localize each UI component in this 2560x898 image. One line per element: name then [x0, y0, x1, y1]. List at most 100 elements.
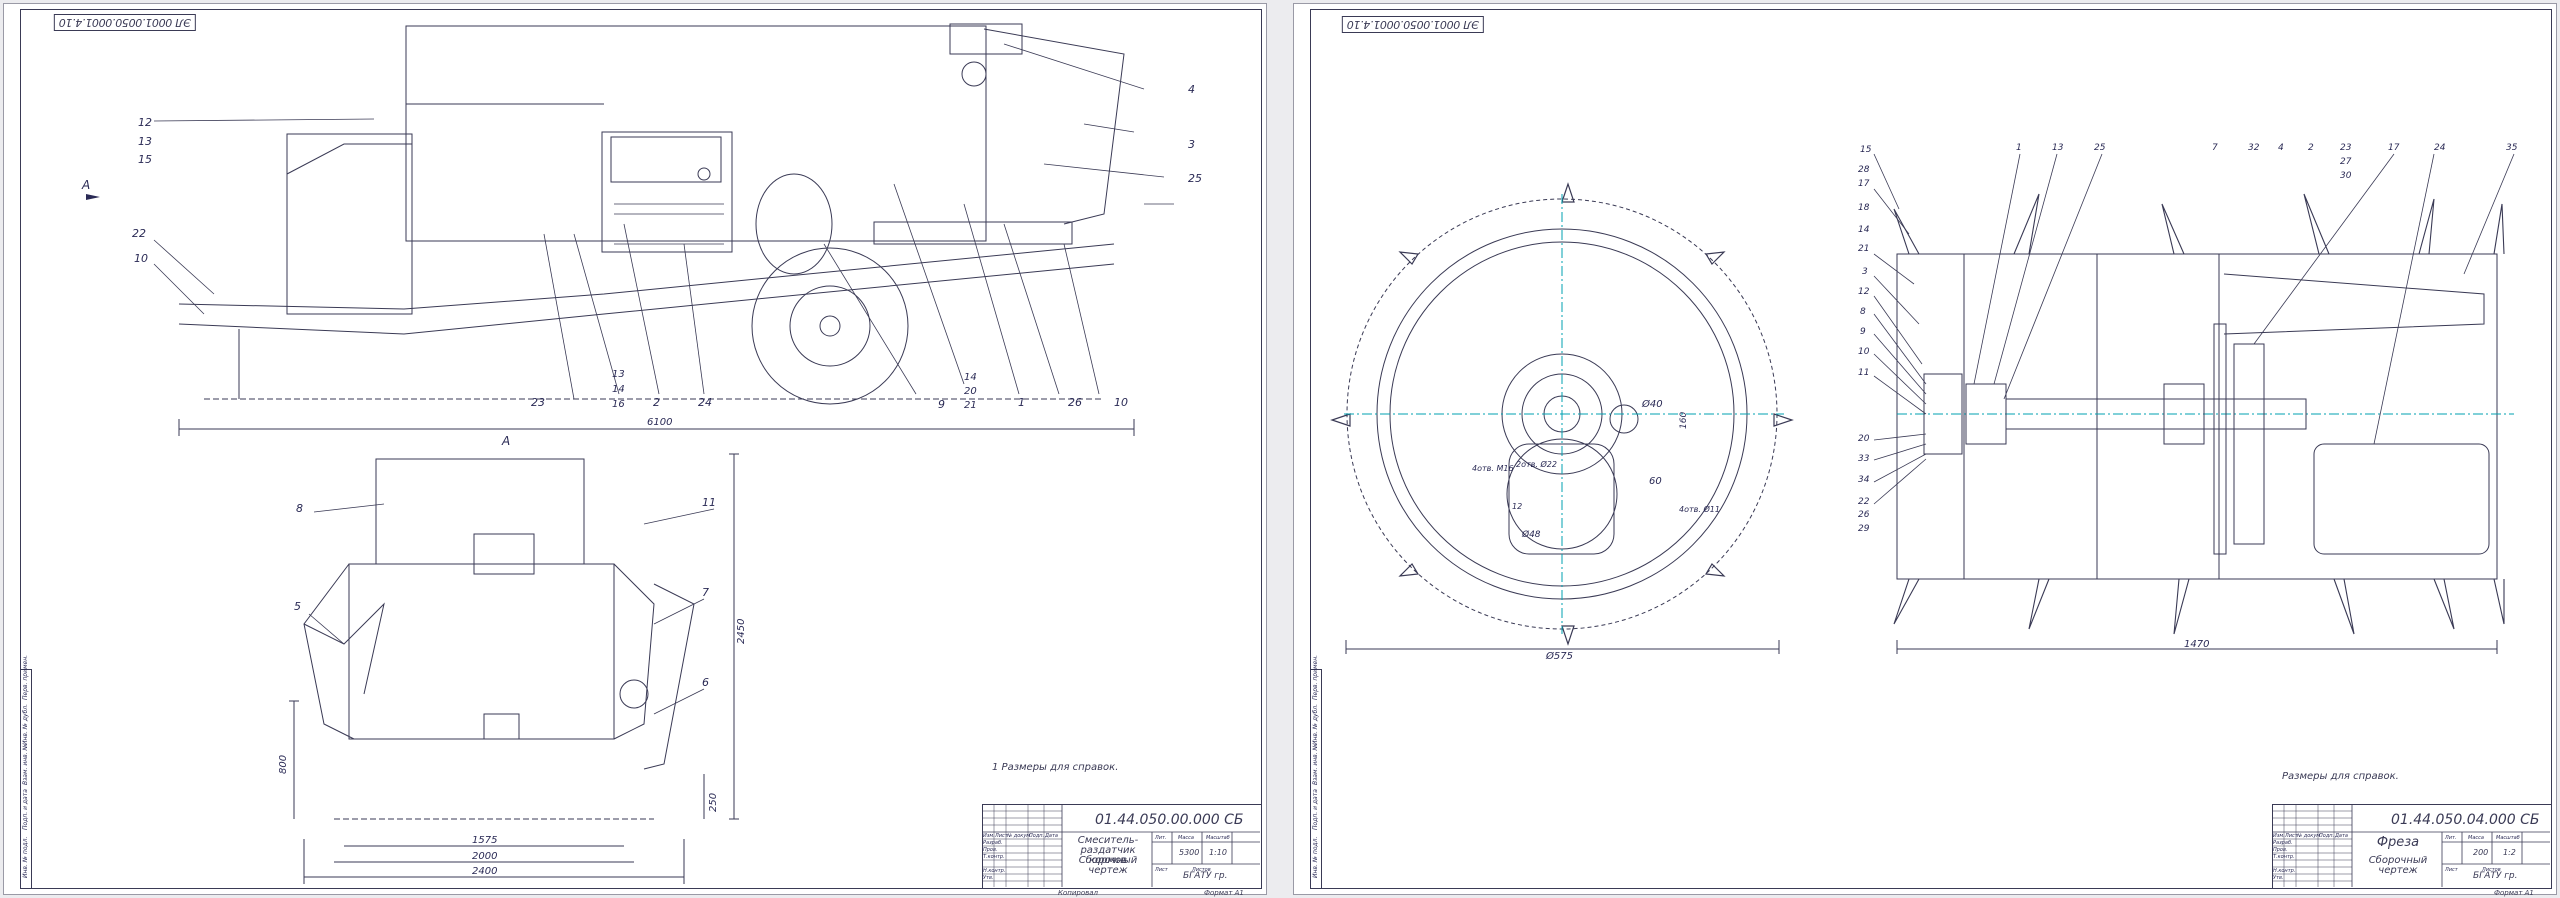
callout: 24 — [2434, 143, 2446, 153]
callout: 12 — [138, 116, 152, 129]
tb-label: Масштаб — [2496, 835, 2520, 841]
dim-160: 160 — [1679, 412, 1689, 429]
callout: 9 — [1860, 327, 1866, 337]
callout: 13 — [138, 135, 152, 148]
callout: 10 — [1858, 347, 1870, 357]
cutter-sheet: ЭЛ 0001.0050.0001.4.10 Ø575 Ø40 60 160 Ø… — [1293, 3, 2557, 897]
callout: 9 — [938, 398, 945, 411]
tb-label: Т.контр. — [2273, 854, 2295, 860]
callout: 23 — [2340, 143, 2352, 153]
tb-label: Изм. — [983, 833, 995, 839]
callout: 27 — [2340, 157, 2352, 167]
assembly-sheet: ЭЛ 0001.0050.0001.4.10 А А 4 3 25 12 13 … — [3, 3, 1267, 897]
callout: 12 — [1858, 287, 1870, 297]
callout: 6 — [702, 676, 709, 689]
tb-label: Масштаб — [1206, 835, 1230, 841]
dim-800: 800 — [278, 755, 289, 774]
callout: 17 — [1858, 179, 1870, 189]
callout: 8 — [1860, 307, 1866, 317]
tb-label: Изм. — [2273, 833, 2285, 839]
dim-1470: 1470 — [2184, 639, 2209, 650]
callout: 11 — [1858, 368, 1869, 378]
tb-label: Масса — [2468, 835, 2484, 841]
thread-m16: 4отв. М16 — [1472, 464, 1514, 473]
dim-12: 12 — [1512, 502, 1522, 511]
callout: 15 — [138, 153, 152, 166]
footer-right: Формат А1 — [2494, 889, 2534, 897]
dim-250: 250 — [708, 793, 719, 812]
callout: 34 — [1858, 475, 1870, 485]
callout: 1 — [1018, 396, 1025, 409]
assembly-drawing: А А 4 3 25 12 13 15 22 10 23 13 14 16 2 … — [81, 23, 1202, 884]
callout: 10 — [1114, 396, 1128, 409]
tb-label: Т.контр. — [983, 854, 1005, 860]
callout: 22 — [1858, 497, 1870, 507]
callout: 23 — [531, 396, 545, 409]
callout: 2 — [653, 396, 660, 409]
callout: 3 — [1188, 138, 1195, 151]
callout: 25 — [2094, 143, 2106, 153]
tb-label: Лит. — [1154, 835, 1167, 841]
callout: 28 — [1858, 165, 1870, 175]
dim-1575: 1575 — [472, 835, 497, 846]
callout: 35 — [2506, 143, 2518, 153]
callout: 13 — [612, 369, 625, 380]
callout: 18 — [1858, 203, 1870, 213]
tb-label: Дата — [2334, 833, 2348, 839]
callout: 16 — [612, 399, 625, 410]
callout: 26 — [1068, 396, 1082, 409]
dim-575: Ø575 — [1545, 650, 1573, 662]
view-label-a: А — [81, 178, 90, 192]
callout: 4 — [2278, 143, 2284, 153]
callout: 15 — [1860, 145, 1872, 155]
callout: 1 — [2016, 143, 2022, 153]
holes-11: 4отв. Ø11 — [1679, 504, 1720, 514]
tb-label: Утв. — [983, 875, 994, 881]
dim-48: Ø48 — [1521, 529, 1541, 540]
drawing-note: Размеры для справок. — [2282, 771, 2399, 782]
tb-label: Подп. — [1029, 833, 1044, 839]
callout: 26 — [1858, 510, 1870, 520]
tb-label: № докум. — [1006, 833, 1032, 839]
callout: 33 — [1858, 454, 1870, 464]
dim-2400: 2400 — [472, 866, 497, 877]
callout: 24 — [698, 396, 712, 409]
callout: 10 — [134, 252, 148, 265]
callout: 7 — [2212, 143, 2218, 153]
tb-label: Лист — [1154, 867, 1169, 873]
callout: 20 — [964, 386, 977, 397]
cutter-drawing: Ø575 Ø40 60 160 Ø48 4отв. М16 2отв. Ø22 … — [1330, 143, 2518, 662]
callout: 21 — [964, 400, 977, 411]
callout: 20 — [1858, 434, 1870, 444]
dim-2450: 2450 — [736, 619, 747, 644]
callout: 22 — [132, 227, 146, 240]
tb-label: Разраб. — [2273, 840, 2293, 846]
tb-label: № докум. — [2296, 833, 2322, 839]
tb-label: Листов — [2481, 867, 2501, 873]
callout: 7 — [702, 586, 709, 599]
dim-6100: 6100 — [647, 417, 672, 428]
dim-60: 60 — [1649, 476, 1662, 487]
tb-label: Пров. — [2273, 847, 2288, 853]
callout: 2 — [2308, 143, 2314, 153]
callout: 17 — [2388, 143, 2400, 153]
callout: 21 — [1858, 244, 1869, 254]
callout: 32 — [2248, 143, 2260, 153]
title-block-grid: Изм. Лист № докум. Подп. Дата Разраб. Пр… — [2272, 804, 2550, 887]
tb-label: Утв. — [2273, 875, 2284, 881]
dim-40: Ø40 — [1641, 398, 1663, 410]
tb-label: Лит. — [2444, 835, 2457, 841]
callout: 30 — [2340, 171, 2352, 181]
callout: 13 — [2052, 143, 2064, 153]
callout: 25 — [1188, 172, 1202, 185]
callout: 14 — [612, 384, 625, 395]
tb-label: Разраб. — [983, 840, 1003, 846]
callout: 8 — [296, 502, 303, 515]
callout: 11 — [702, 496, 716, 509]
tb-label: Лист — [2444, 867, 2459, 873]
view-label-a-front: А — [501, 434, 510, 448]
callout: 4 — [1188, 83, 1195, 96]
callout: 29 — [1858, 524, 1870, 534]
callout: 14 — [1858, 225, 1870, 235]
footer-right: Формат А1 — [1204, 889, 1244, 897]
